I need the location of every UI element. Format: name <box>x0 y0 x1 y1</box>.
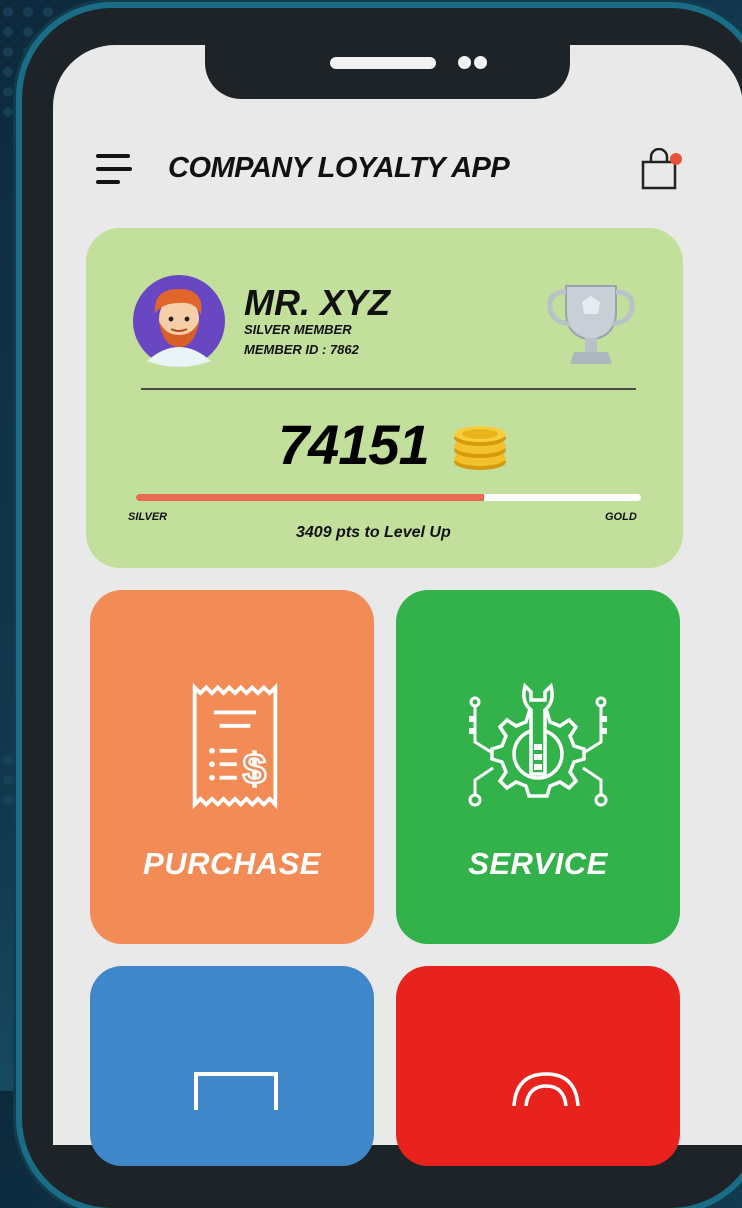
user-avatar <box>133 275 225 367</box>
service-label: SERVICE <box>468 846 608 881</box>
hamburger-menu-icon[interactable] <box>96 154 132 186</box>
purchase-tile[interactable]: $ PURCHASE <box>90 590 374 944</box>
shopping-bag-icon[interactable] <box>638 148 684 192</box>
target-icon <box>512 1072 580 1106</box>
next-level-label: GOLD <box>605 511 637 523</box>
points-balance: 74151 <box>278 413 430 476</box>
phone-notch <box>205 45 570 99</box>
receipt-icon: $ <box>192 682 278 810</box>
front-camera <box>458 56 471 69</box>
current-level-label: SILVER <box>128 511 168 523</box>
app-title: COMPANY LOYALTY APP <box>168 152 510 184</box>
member-id: MEMBER ID : 7862 <box>244 342 359 357</box>
purchase-label: PURCHASE <box>143 846 321 881</box>
front-sensor <box>474 56 487 69</box>
svg-text:$: $ <box>243 745 266 792</box>
document-icon <box>194 1072 278 1110</box>
member-tier: SILVER MEMBER <box>244 322 352 337</box>
points-to-level-up: 3409 pts to Level Up <box>296 524 451 541</box>
fourth-menu-tile[interactable] <box>396 966 680 1166</box>
card-divider <box>141 388 636 390</box>
notification-dot <box>670 153 682 165</box>
gear-wrench-icon <box>468 682 608 807</box>
service-tile[interactable]: SERVICE <box>396 590 680 944</box>
trophy-icon <box>547 285 635 364</box>
speaker-grille <box>330 57 436 69</box>
coins-icon <box>454 426 506 470</box>
member-name: MR. XYZ <box>244 282 391 323</box>
level-progress-fill <box>136 494 485 501</box>
level-progress-bar <box>136 494 641 501</box>
third-menu-tile[interactable] <box>90 966 374 1166</box>
